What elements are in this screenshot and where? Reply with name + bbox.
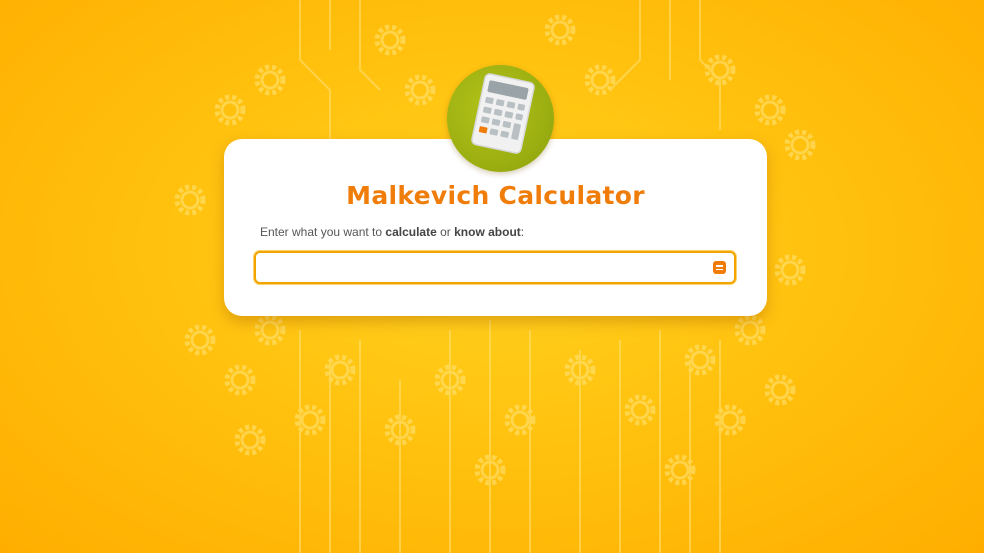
instruction-prefix: Enter what you want to bbox=[260, 225, 386, 239]
instruction-keyword-know-about: know about bbox=[454, 225, 521, 239]
page-title: Malkevich Calculator bbox=[346, 181, 645, 210]
instruction-suffix: : bbox=[520, 225, 525, 239]
search-instruction: Enter what you want to calculate or know… bbox=[260, 225, 524, 239]
instruction-keyword-calculate: calculate bbox=[385, 225, 437, 239]
calculator-icon bbox=[471, 73, 535, 154]
menu-icon[interactable] bbox=[713, 261, 726, 274]
calculator-logo bbox=[447, 65, 554, 172]
instruction-middle: or bbox=[436, 225, 455, 239]
search-input[interactable] bbox=[264, 257, 698, 280]
search-box bbox=[254, 251, 736, 284]
